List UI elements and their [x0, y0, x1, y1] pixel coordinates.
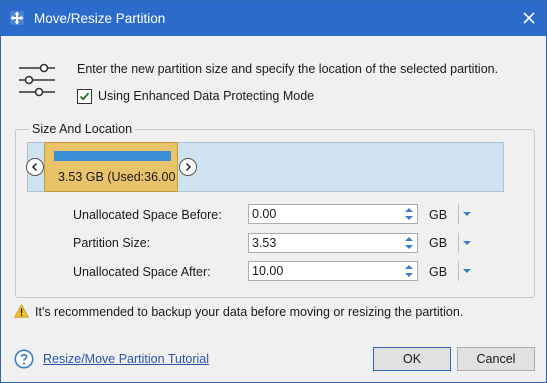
- spin-up-icon[interactable]: [403, 263, 415, 271]
- tutorial-link[interactable]: Resize/Move Partition Tutorial: [43, 352, 209, 366]
- unallocated-before-unit: GB: [429, 208, 448, 222]
- protect-mode-label: Using Enhanced Data Protecting Mode: [98, 89, 315, 103]
- unallocated-before-spinner[interactable]: [248, 204, 418, 224]
- spin-up-icon[interactable]: [403, 235, 415, 243]
- checkmark-icon: [79, 92, 90, 101]
- partition-label: 3.53 GB (Used:36.00: [58, 170, 176, 184]
- chevron-down-icon[interactable]: [462, 239, 472, 247]
- window-title: Move/Resize Partition: [34, 11, 166, 26]
- spin-up-icon[interactable]: [403, 206, 415, 214]
- unallocated-before-label: Unallocated Space Before:: [73, 208, 222, 222]
- partition-size-input[interactable]: [249, 234, 402, 252]
- unallocated-after-unit: GB: [429, 265, 448, 279]
- chevron-right-icon: [185, 162, 192, 172]
- chevron-down-icon[interactable]: [462, 267, 472, 275]
- dialog-description: Enter the new partition size and specify…: [77, 62, 499, 76]
- warning-icon: [14, 304, 29, 318]
- spin-down-icon[interactable]: [403, 271, 415, 279]
- unit-divider: [458, 204, 459, 224]
- unallocated-after-spinner[interactable]: [248, 261, 418, 281]
- unit-divider: [458, 261, 459, 281]
- partition-size-label: Partition Size:: [73, 236, 151, 250]
- move-resize-app-icon: [10, 11, 24, 25]
- spin-down-icon[interactable]: [403, 243, 415, 251]
- partition-size-spinner[interactable]: [248, 233, 418, 253]
- move-resize-dialog: Move/Resize Partition Enter the new part…: [0, 0, 547, 383]
- chevron-down-icon[interactable]: [462, 210, 472, 218]
- used-space-bar: [54, 151, 171, 161]
- ok-button[interactable]: OK: [373, 347, 451, 371]
- unallocated-after-input[interactable]: [249, 262, 402, 280]
- partition-block[interactable]: 3.53 GB (Used:36.00: [44, 142, 178, 192]
- resize-right-handle[interactable]: [179, 158, 197, 176]
- sliders-icon: [19, 63, 55, 97]
- ok-button-label: OK: [402, 352, 422, 366]
- unallocated-before-input[interactable]: [249, 205, 402, 223]
- partition-size-unit: GB: [429, 236, 448, 250]
- chevron-left-icon: [31, 162, 38, 172]
- help-icon[interactable]: [14, 349, 34, 369]
- spin-down-icon[interactable]: [403, 214, 415, 222]
- backup-warning: It's recommended to backup your data bef…: [35, 305, 464, 319]
- resize-left-handle[interactable]: [26, 158, 44, 176]
- cancel-button[interactable]: Cancel: [457, 347, 535, 371]
- unallocated-after-label: Unallocated Space After:: [73, 265, 211, 279]
- title-bar[interactable]: Move/Resize Partition: [1, 1, 546, 36]
- unit-divider: [458, 233, 459, 253]
- protect-mode-checkbox[interactable]: [77, 88, 92, 104]
- close-icon[interactable]: [518, 7, 540, 29]
- protect-mode-option[interactable]: Using Enhanced Data Protecting Mode: [77, 87, 314, 105]
- cancel-button-label: Cancel: [476, 352, 516, 366]
- size-location-title: Size And Location: [29, 122, 136, 136]
